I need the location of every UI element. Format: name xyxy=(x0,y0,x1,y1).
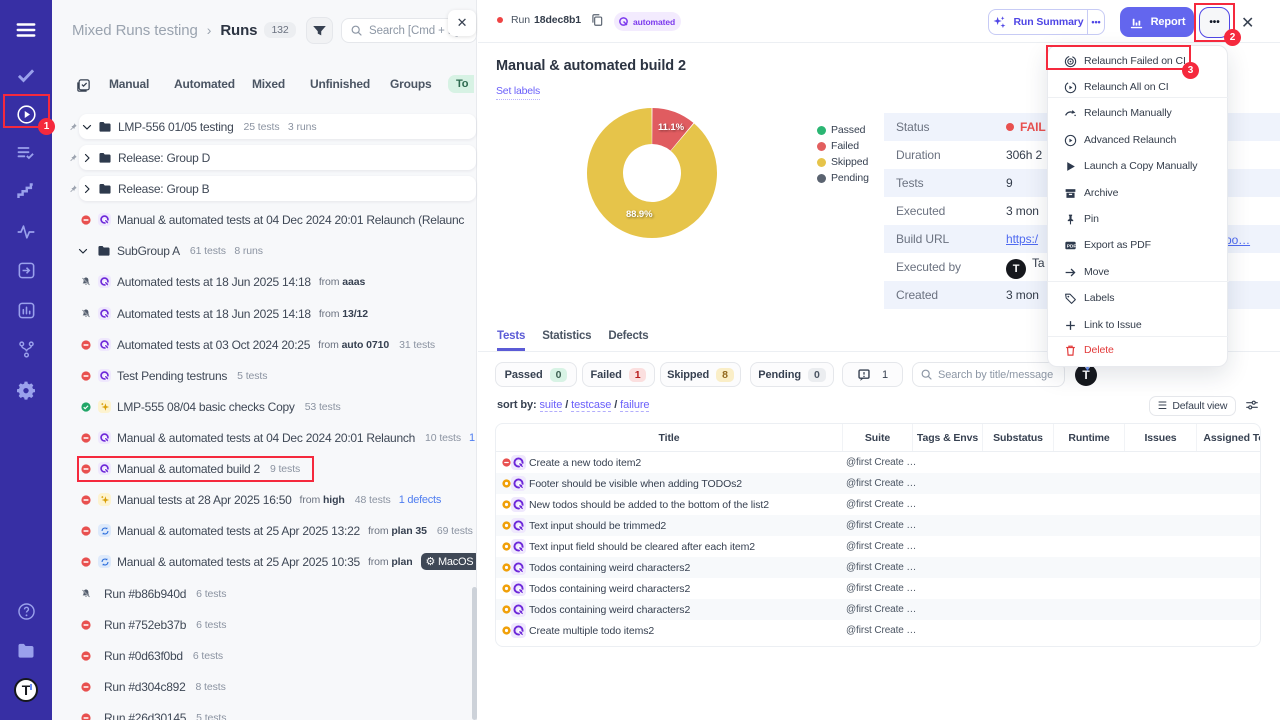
svg-text:PDF: PDF xyxy=(1067,243,1077,249)
svg-text:11.1%: 11.1% xyxy=(658,122,685,133)
svg-text:88.9%: 88.9% xyxy=(626,209,653,220)
